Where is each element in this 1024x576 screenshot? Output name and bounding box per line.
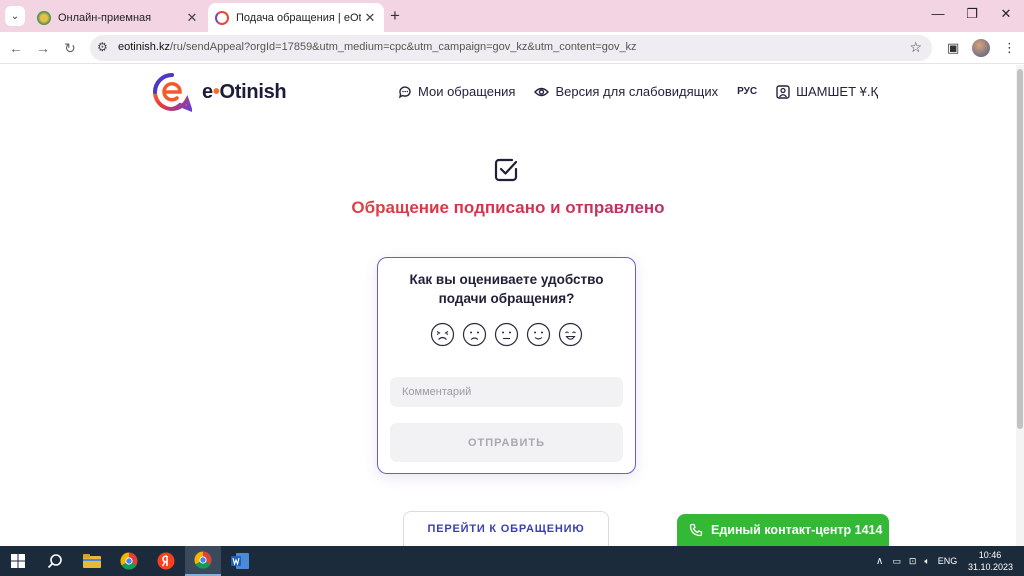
address-bar[interactable]: ⚙ eotinish.kz/ru/sendAppeal?orgId=17859&… — [90, 35, 932, 61]
windows-logo-icon — [11, 554, 25, 568]
tab-title: Подача обращения | eOtinish — [236, 11, 361, 24]
tab-search-button[interactable]: ⌄ — [5, 6, 25, 26]
minimize-window-icon[interactable]: — — [928, 6, 948, 21]
tab-eotinish[interactable]: Подача обращения | eOtinish ✕ — [208, 3, 384, 32]
face-good-icon[interactable] — [526, 322, 551, 347]
word-logo-icon — [231, 553, 249, 569]
face-very-good-icon[interactable] — [558, 322, 583, 347]
submit-rating-button[interactable]: ОТПРАВИТЬ — [390, 423, 623, 462]
input-language[interactable]: ENG — [938, 556, 958, 566]
side-panel-icon[interactable]: ▣ — [947, 40, 959, 56]
tab-favicon-icon — [37, 10, 51, 25]
kebab-menu-icon[interactable]: ⋮ — [1003, 40, 1016, 56]
forward-arrow-icon[interactable]: → — [33, 38, 53, 58]
nav-my-appeals[interactable]: Мои обращения — [398, 84, 515, 99]
logo-dot: • — [212, 80, 220, 103]
browser-tabstrip: ⌄ Онлайн-приемная ✕ Подача обращения | e… — [0, 0, 1024, 32]
clock-time: 10:46 — [978, 550, 1002, 560]
restore-window-icon[interactable]: ❐ — [962, 6, 982, 22]
eotinish-logo-icon — [153, 73, 192, 112]
battery-icon[interactable]: ▭ — [892, 556, 901, 567]
checkbox-checked-icon — [494, 158, 518, 182]
tray-expand-icon[interactable]: ∧ — [876, 556, 883, 567]
logo-prefix: e — [202, 80, 213, 103]
reload-icon[interactable]: ↻ — [60, 38, 80, 58]
magnifier-icon — [47, 554, 62, 569]
page-content: e•Otinish Мои обращения Версия для слабо… — [0, 65, 1016, 546]
url-host: eotinish.kz — [118, 41, 170, 53]
url-path: /ru/sendAppeal?orgId=17859&utm_medium=cp… — [169, 41, 637, 53]
scrollbar-thumb[interactable] — [1017, 69, 1023, 429]
clock-date: 31.10.2023 — [968, 562, 1014, 572]
face-very-bad-icon[interactable] — [430, 322, 455, 347]
tab-online-reception[interactable]: Онлайн-приемная ✕ — [30, 3, 206, 32]
eotinish-logo[interactable]: e•Otinish — [152, 72, 287, 112]
logo-wordmark: e•Otinish — [202, 80, 287, 104]
success-title: Обращение подписано и отправлено — [0, 198, 1016, 218]
go-to-appeal-button[interactable]: ПЕРЕЙТИ К ОБРАЩЕНИЮ — [403, 511, 609, 546]
windows-taskbar: ∧ ▭ ⊡ 🔈︎ ENG 10:46 31.10.2023 — [0, 546, 1024, 576]
folder-icon — [83, 554, 101, 568]
nav-user-name: ШАМШЕТ Ұ.Қ — [796, 84, 879, 99]
windows-start-icon[interactable] — [0, 546, 36, 576]
system-tray: ∧ ▭ ⊡ 🔈︎ ENG — [876, 546, 957, 576]
rating-faces — [430, 322, 590, 347]
new-tab-plus-icon[interactable]: + — [390, 6, 400, 26]
site-settings-icon[interactable]: ⚙ — [97, 40, 108, 54]
eye-icon — [534, 87, 550, 96]
nav-my-appeals-label: Мои обращения — [418, 84, 516, 99]
network-icon[interactable]: ⊡ — [909, 556, 917, 567]
yandex-logo-icon — [157, 552, 175, 570]
comment-input[interactable] — [390, 377, 623, 407]
rating-card: Как вы оцениваете удобство подачи обраще… — [377, 257, 636, 474]
header-nav: Мои обращения Версия для слабовидящих РУ… — [398, 84, 897, 99]
profile-avatar[interactable] — [972, 39, 990, 57]
browser-toolbar: ← → ↻ ⚙ eotinish.kz/ru/sendAppeal?orgId=… — [0, 32, 1024, 64]
system-clock[interactable]: 10:46 31.10.2023 — [968, 549, 1014, 573]
nav-accessibility-label: Версия для слабовидящих — [555, 84, 719, 99]
face-bad-icon[interactable] — [462, 322, 487, 347]
back-arrow-icon[interactable]: ← — [6, 38, 26, 58]
nav-accessibility[interactable]: Версия для слабовидящих — [534, 84, 718, 99]
word-icon[interactable] — [222, 546, 258, 576]
chrome-logo-icon — [120, 552, 138, 570]
chevron-down-icon: ⌄ — [10, 10, 20, 22]
page-scrollbar[interactable] — [1016, 65, 1024, 546]
contact-center-button[interactable]: Единый контакт-центр 1414 — [677, 514, 889, 546]
nav-user-profile[interactable]: ШАМШЕТ Ұ.Қ — [776, 84, 878, 99]
user-icon — [776, 84, 790, 99]
close-window-icon[interactable]: ✕ — [996, 6, 1016, 22]
tab-title: Онлайн-приемная — [58, 11, 152, 24]
bookmark-star-icon[interactable]: ☆ — [909, 39, 922, 56]
search-icon[interactable] — [37, 546, 73, 576]
close-tab-icon[interactable]: ✕ — [183, 10, 201, 26]
yandex-browser-icon[interactable] — [148, 546, 184, 576]
face-neutral-icon[interactable] — [494, 322, 519, 347]
close-tab-icon[interactable]: ✕ — [361, 10, 379, 26]
rating-question: Как вы оцениваете удобство подачи обраще… — [409, 272, 604, 306]
chat-bubble-icon — [398, 85, 411, 98]
phone-icon — [689, 523, 703, 537]
contact-center-label: Единый контакт-центр 1414 — [711, 523, 883, 537]
chrome-icon[interactable] — [111, 546, 147, 576]
chrome-logo-icon — [194, 551, 212, 569]
file-explorer-icon[interactable] — [74, 546, 110, 576]
eotinish-favicon-icon — [215, 10, 229, 25]
language-switcher[interactable]: РУС — [737, 86, 757, 97]
chrome-profile-icon[interactable] — [185, 546, 221, 576]
volume-icon[interactable]: 🔈︎ — [924, 556, 929, 567]
logo-name: Otinish — [219, 80, 287, 103]
url-text: eotinish.kz/ru/sendAppeal?orgId=17859&ut… — [118, 41, 637, 53]
